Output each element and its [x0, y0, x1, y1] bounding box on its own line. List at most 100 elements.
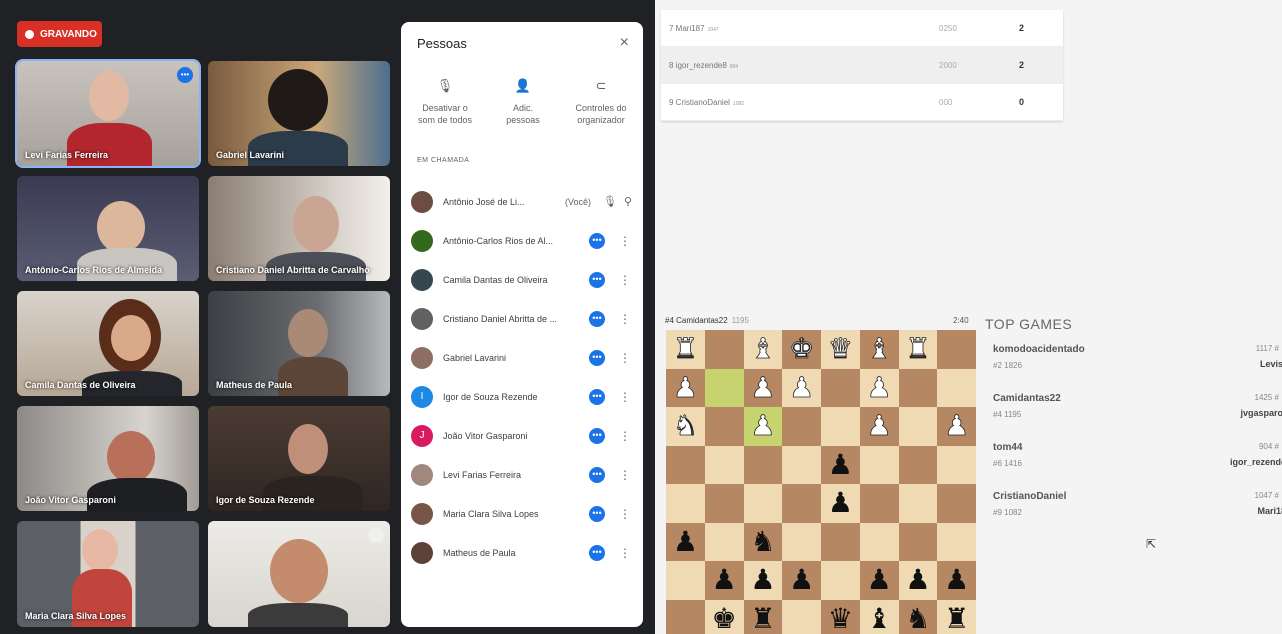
- board-square[interactable]: [859, 522, 899, 561]
- board-square[interactable]: [937, 445, 976, 484]
- white-pawn-icon[interactable]: ♟: [743, 368, 783, 407]
- participant-row[interactable]: I Igor de Souza Rezende ••• ⋮: [411, 377, 637, 416]
- host-controls-button[interactable]: ⊂ Controles do organizador: [565, 79, 637, 126]
- black-pawn-icon[interactable]: ♟: [704, 561, 744, 600]
- more-options-icon[interactable]: ⋮: [619, 507, 631, 521]
- black-pawn-icon[interactable]: ♟: [821, 445, 860, 484]
- board-square[interactable]: [898, 407, 938, 446]
- black-queen-icon[interactable]: ♛: [821, 599, 860, 634]
- board-square[interactable]: [821, 407, 860, 446]
- black-bishop-icon[interactable]: ♝: [859, 599, 899, 634]
- white-pawn-icon[interactable]: ♟: [743, 407, 783, 446]
- board-square[interactable]: [782, 522, 821, 561]
- board-square[interactable]: [704, 368, 744, 407]
- mute-all-button[interactable]: 🎙 Desativar o som de todos: [409, 79, 481, 126]
- participant-row[interactable]: Maria Clara Silva Lopes ••• ⋮: [411, 494, 637, 533]
- board-square[interactable]: [821, 561, 860, 600]
- more-options-icon[interactable]: ⋮: [619, 234, 631, 248]
- board-square[interactable]: [666, 599, 705, 634]
- white-bishop-icon[interactable]: ♝: [743, 330, 783, 369]
- board-square[interactable]: [666, 561, 705, 600]
- black-pawn-icon[interactable]: ♟: [898, 561, 938, 600]
- top-game-entry[interactable]: komodoacidentado#2 18261117 #Levis-1: [993, 344, 1282, 370]
- participant-row[interactable]: Levi Farias Ferreira ••• ⋮: [411, 455, 637, 494]
- black-knight-icon[interactable]: ♞: [898, 599, 938, 634]
- black-pawn-icon[interactable]: ♟: [821, 484, 860, 523]
- participant-row[interactable]: Gabriel Lavarini ••• ⋮: [411, 338, 637, 377]
- more-options-icon[interactable]: ⋮: [619, 429, 631, 443]
- white-bishop-icon[interactable]: ♝: [859, 330, 899, 369]
- standings-row[interactable]: 9 CristianoDaniel 1082 000 0: [661, 84, 1063, 121]
- white-pawn-icon[interactable]: ♟: [666, 368, 705, 407]
- white-pawn-icon[interactable]: ♟: [937, 407, 976, 446]
- close-icon[interactable]: ×: [620, 34, 629, 52]
- more-options-icon[interactable]: ⋮: [619, 390, 631, 404]
- board-square[interactable]: [898, 368, 938, 407]
- board-square[interactable]: [704, 522, 744, 561]
- white-king-icon[interactable]: ♚: [782, 330, 821, 369]
- white-knight-icon[interactable]: ♞: [666, 407, 705, 446]
- black-pawn-icon[interactable]: ♟: [743, 561, 783, 600]
- top-game-entry[interactable]: tom44#6 1416904 #igor_rezende8: [993, 442, 1282, 468]
- board-square[interactable]: [937, 484, 976, 523]
- more-options-icon[interactable]: ⋮: [619, 351, 631, 365]
- board-square[interactable]: [859, 484, 899, 523]
- board-square[interactable]: [821, 522, 860, 561]
- board-square[interactable]: [782, 445, 821, 484]
- top-game-entry[interactable]: CristianoDaniel#9 10821047 #Mari187: [993, 491, 1282, 517]
- participant-row[interactable]: Antônio-Carlos Rios de Al... ••• ⋮: [411, 221, 637, 260]
- standings-row[interactable]: 8 igor_rezende8 804 2000 2: [661, 47, 1063, 84]
- black-pawn-icon[interactable]: ♟: [859, 561, 899, 600]
- white-rook-icon[interactable]: ♜: [666, 330, 705, 369]
- video-tile[interactable]: ••• Levi Farias Ferreira: [15, 59, 201, 168]
- participant-row[interactable]: Antônio José de Li... (Você) 🎙 ⚲: [411, 182, 637, 221]
- more-options-icon[interactable]: ⋮: [619, 273, 631, 287]
- top-game-entry[interactable]: Camidantas22#4 11951425 #jvgasparoni: [993, 393, 1282, 419]
- board-square[interactable]: [666, 445, 705, 484]
- board-square[interactable]: [666, 484, 705, 523]
- video-tile[interactable]: Antônio-Carlos Rios de Almeida: [17, 176, 199, 281]
- board-square[interactable]: [821, 368, 860, 407]
- board-square[interactable]: [743, 445, 783, 484]
- video-tile[interactable]: João Vitor Gasparoni: [17, 406, 199, 511]
- board-player-name[interactable]: #4 Camidantas22: [665, 316, 728, 325]
- white-pawn-icon[interactable]: ♟: [859, 407, 899, 446]
- add-people-button[interactable]: 👤 Adic. pessoas: [487, 79, 559, 126]
- mic-off-icon[interactable]: 🎙: [601, 195, 619, 208]
- board-square[interactable]: [937, 522, 976, 561]
- board-square[interactable]: [704, 407, 744, 446]
- board-square[interactable]: [704, 445, 744, 484]
- participant-row[interactable]: Matheus de Paula ••• ⋮: [411, 533, 637, 572]
- video-tile[interactable]: Matheus de Paula: [208, 291, 390, 396]
- board-square[interactable]: [782, 407, 821, 446]
- video-tile[interactable]: [208, 521, 390, 627]
- black-king-icon[interactable]: ♚: [704, 599, 744, 634]
- board-square[interactable]: [859, 445, 899, 484]
- board-square[interactable]: [937, 368, 976, 407]
- video-tile[interactable]: Gabriel Lavarini: [208, 61, 390, 166]
- board-square[interactable]: [704, 330, 744, 369]
- board-square[interactable]: [898, 522, 938, 561]
- pin-icon[interactable]: [368, 527, 384, 543]
- video-tile[interactable]: Camila Dantas de Oliveira: [17, 291, 199, 396]
- black-rook-icon[interactable]: ♜: [743, 599, 783, 634]
- white-rook-icon[interactable]: ♜: [898, 330, 938, 369]
- board-square[interactable]: [937, 330, 976, 369]
- participant-row[interactable]: Camila Dantas de Oliveira ••• ⋮: [411, 260, 637, 299]
- more-options-icon[interactable]: ⋮: [619, 312, 631, 326]
- black-pawn-icon[interactable]: ♟: [666, 522, 705, 561]
- white-queen-icon[interactable]: ♛: [821, 330, 860, 369]
- board-square[interactable]: [782, 484, 821, 523]
- participant-row[interactable]: Cristiano Daniel Abritta de ... ••• ⋮: [411, 299, 637, 338]
- video-tile[interactable]: Maria Clara Silva Lopes: [17, 521, 199, 627]
- black-pawn-icon[interactable]: ♟: [937, 561, 976, 600]
- more-options-icon[interactable]: ⋮: [619, 546, 631, 560]
- board-square[interactable]: [898, 484, 938, 523]
- black-rook-icon[interactable]: ♜: [937, 599, 976, 634]
- video-tile[interactable]: Igor de Souza Rezende: [208, 406, 390, 511]
- black-knight-icon[interactable]: ♞: [743, 522, 783, 561]
- chess-board[interactable]: ♜ ♝ ♚ ♛ ♝ ♜ ♟ ♟ ♟ ♟ ♞ ♟ ♟ ♟ ♟ ♟ ♟ ♞ ♟ ♟ ♟ ♟ ♟ ♟ ♚ ♜ ♛ ♝ ♞ ♜: [666, 330, 976, 634]
- black-pawn-icon[interactable]: ♟: [782, 561, 821, 600]
- participant-row[interactable]: J João Vitor Gasparoni ••• ⋮: [411, 416, 637, 455]
- board-square[interactable]: [743, 484, 783, 523]
